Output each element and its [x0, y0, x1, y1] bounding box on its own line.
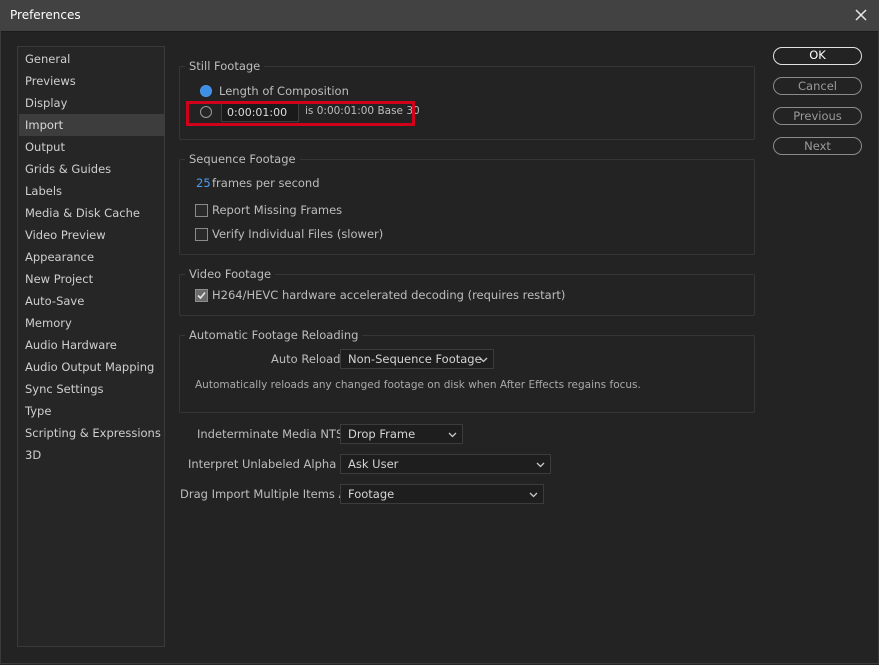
sidebar-item-display[interactable]: Display: [19, 92, 165, 114]
category-sidebar: General Previews Display Import Output G…: [17, 46, 165, 647]
hw-decoding-checkbox[interactable]: [195, 289, 208, 302]
sidebar-item-3d[interactable]: 3D: [19, 444, 165, 466]
sidebar-item-new-project[interactable]: New Project: [19, 268, 165, 290]
cancel-button[interactable]: Cancel: [773, 77, 862, 95]
title-bar: Preferences: [0, 0, 879, 32]
auto-reload-group: [179, 335, 755, 413]
sidebar-item-auto-save[interactable]: Auto-Save: [19, 290, 165, 312]
chevron-down-icon: [529, 492, 538, 498]
auto-reload-label: Auto Reload:: [271, 352, 345, 366]
alpha-label: Interpret Unlabeled Alpha As:: [188, 457, 358, 471]
video-footage-title: Video Footage: [185, 267, 276, 281]
sidebar-item-type[interactable]: Type: [19, 400, 165, 422]
sidebar-item-labels[interactable]: Labels: [19, 180, 165, 202]
sidebar-item-import[interactable]: Import: [19, 114, 165, 136]
report-missing-frames-label: Report Missing Frames: [212, 203, 343, 217]
custom-duration-radio[interactable]: [200, 106, 212, 118]
drag-import-dropdown[interactable]: Footage: [340, 484, 544, 504]
drag-import-label: Drag Import Multiple Items As:: [180, 487, 357, 501]
sidebar-item-grids-guides[interactable]: Grids & Guides: [19, 158, 165, 180]
previous-button[interactable]: Previous: [773, 107, 862, 125]
sidebar-item-audio-hardware[interactable]: Audio Hardware: [19, 334, 165, 356]
auto-reload-dropdown[interactable]: Non-Sequence Footage: [340, 349, 494, 369]
still-footage-title: Still Footage: [185, 59, 265, 73]
sidebar-item-previews[interactable]: Previews: [19, 70, 165, 92]
ok-button[interactable]: OK: [773, 47, 862, 65]
ntsc-dropdown[interactable]: Drop Frame: [340, 424, 463, 444]
drag-import-value: Footage: [348, 487, 395, 501]
sidebar-item-audio-output-mapping[interactable]: Audio Output Mapping: [19, 356, 165, 378]
window-title: Preferences: [10, 8, 81, 22]
verify-individual-files-label: Verify Individual Files (slower): [212, 227, 384, 241]
alpha-value: Ask User: [348, 457, 399, 471]
chevron-down-icon: [448, 432, 457, 438]
sidebar-item-media-disk-cache[interactable]: Media & Disk Cache: [19, 202, 165, 224]
verify-individual-files-checkbox[interactable]: [195, 228, 208, 241]
ntsc-value: Drop Frame: [348, 427, 416, 441]
duration-input[interactable]: [221, 103, 299, 122]
chevron-down-icon: [536, 462, 545, 468]
fps-value[interactable]: 25: [196, 176, 211, 190]
auto-reload-description: Automatically reloads any changed footag…: [195, 379, 641, 391]
fps-label: frames per second: [212, 176, 320, 190]
sidebar-item-appearance[interactable]: Appearance: [19, 246, 165, 268]
hw-decoding-label: H264/HEVC hardware accelerated decoding …: [212, 288, 566, 302]
sidebar-item-general[interactable]: General: [19, 48, 165, 70]
sidebar-item-scripting-expressions[interactable]: Scripting & Expressions: [19, 422, 165, 444]
chevron-down-icon: [479, 357, 488, 363]
report-missing-frames-checkbox[interactable]: [195, 204, 208, 217]
sequence-footage-title: Sequence Footage: [185, 152, 300, 166]
length-of-composition-label: Length of Composition: [219, 84, 349, 98]
close-icon[interactable]: [851, 5, 871, 25]
next-button[interactable]: Next: [773, 137, 862, 155]
length-of-composition-radio[interactable]: [200, 85, 212, 97]
alpha-dropdown[interactable]: Ask User: [340, 454, 551, 474]
sidebar-item-output[interactable]: Output: [19, 136, 165, 158]
checkmark-icon: [197, 291, 206, 300]
auto-reload-value: Non-Sequence Footage: [348, 352, 482, 366]
ntsc-label: Indeterminate Media NTSC:: [197, 427, 356, 441]
duration-info: is 0:00:01:00 Base 30: [305, 105, 420, 117]
sidebar-item-video-preview[interactable]: Video Preview: [19, 224, 165, 246]
auto-reload-title: Automatic Footage Reloading: [185, 328, 363, 342]
sidebar-item-memory[interactable]: Memory: [19, 312, 165, 334]
sidebar-item-sync-settings[interactable]: Sync Settings: [19, 378, 165, 400]
